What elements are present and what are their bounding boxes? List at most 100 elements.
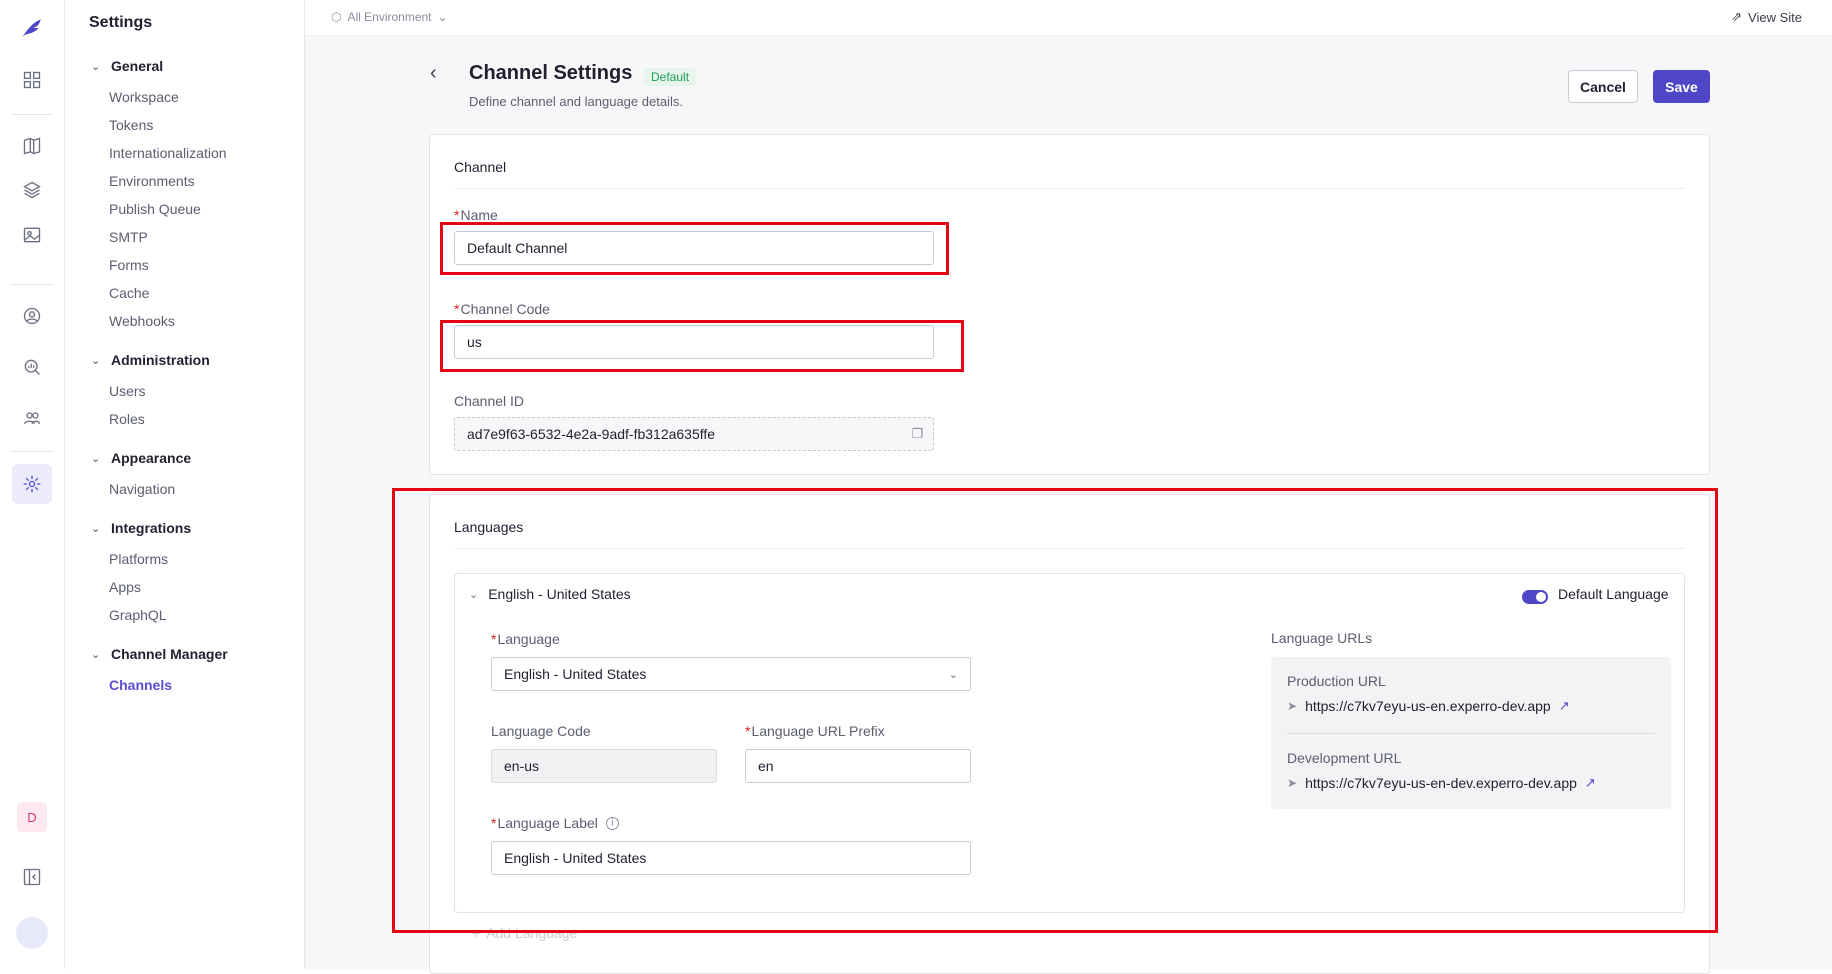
cancel-button[interactable]: Cancel <box>1568 70 1638 103</box>
chevron-down-icon: ⌄ <box>437 10 448 24</box>
chevron-down-icon: ⌄ <box>948 668 958 681</box>
page-title: Channel Settings <box>469 62 633 84</box>
nav-group-integrations[interactable]: ⌄ Integrations <box>91 520 191 536</box>
nav-item-cache[interactable]: Cache <box>109 285 149 301</box>
nav-item-tokens[interactable]: Tokens <box>109 117 153 133</box>
channel-section-title: Channel <box>454 159 507 175</box>
view-site-label: View Site <box>1748 9 1802 25</box>
language-urls-title: Language URLs <box>1271 630 1373 646</box>
settings-icon[interactable] <box>12 464 52 504</box>
users-icon[interactable] <box>12 398 52 438</box>
view-site-link[interactable]: ⇗ View Site <box>1731 9 1802 25</box>
info-icon[interactable]: i <box>605 816 619 830</box>
external-link-icon[interactable]: ↗ <box>1585 775 1596 791</box>
channel-id-label: Channel ID <box>454 393 525 409</box>
chevron-down-icon: ⌄ <box>91 60 101 73</box>
chevron-down-icon: ⌄ <box>469 588 479 601</box>
external-link-icon[interactable]: ↗ <box>1559 698 1570 714</box>
logo-icon[interactable] <box>12 8 52 48</box>
language-code-field: en-us <box>491 749 717 783</box>
development-url-row[interactable]: ➤ https://c7kv7eyu-us-en-dev.experro-dev… <box>1287 775 1596 791</box>
nav-item-navigation[interactable]: Navigation <box>109 481 175 497</box>
add-language-label: Add Language <box>486 925 578 941</box>
nav-title: Settings <box>89 14 153 31</box>
rocket-icon: ➤ <box>1287 699 1298 713</box>
dashboard-icon[interactable] <box>12 60 52 100</box>
url-prefix-label: *Language URL Prefix <box>745 723 885 739</box>
channel-card: Channel *Name Default Channel *Channel C… <box>429 134 1710 475</box>
url-prefix-field[interactable]: en <box>745 749 971 783</box>
analytics-icon[interactable] <box>12 347 52 387</box>
production-url[interactable]: https://c7kv7eyu-us-en.experro-dev.app <box>1305 698 1551 714</box>
environment-label: All Environment <box>347 10 432 24</box>
name-label: *Name <box>454 207 498 223</box>
language-display-label-text: Language Label <box>497 815 598 831</box>
nav-group-label: General <box>111 58 164 74</box>
chevron-down-icon: ⌄ <box>91 452 101 465</box>
chevron-down-icon: ⌄ <box>91 354 101 367</box>
nav-item-graphql[interactable]: GraphQL <box>109 607 167 623</box>
nav-group-label: Administration <box>111 352 210 368</box>
add-language-button[interactable]: + Add Language <box>472 925 577 941</box>
channel-code-label-text: Channel Code <box>460 301 550 317</box>
nav-item-environments[interactable]: Environments <box>109 173 195 189</box>
production-url-label: Production URL <box>1287 673 1386 689</box>
language-display-field[interactable]: English - United States <box>491 841 971 875</box>
user-avatar[interactable]: D <box>12 797 52 837</box>
external-link-icon: ⇗ <box>1731 9 1743 24</box>
nav-item-platforms[interactable]: Platforms <box>109 551 168 567</box>
nav-item-apps[interactable]: Apps <box>109 579 141 595</box>
nav-item-forms[interactable]: Forms <box>109 257 149 273</box>
nav-item-publish-queue[interactable]: Publish Queue <box>109 201 201 217</box>
nav-group-channel-manager[interactable]: ⌄ Channel Manager <box>91 646 228 662</box>
book-icon[interactable] <box>12 126 52 166</box>
language-entry: ⌄ English - United States Default Langua… <box>454 573 1685 913</box>
nav-group-general[interactable]: ⌄ General <box>91 58 163 74</box>
icon-rail: D <box>0 0 65 969</box>
save-button[interactable]: Save <box>1653 70 1710 103</box>
language-urls-panel: Production URL ➤ https://c7kv7eyu-us-en.… <box>1271 657 1671 809</box>
production-url-row[interactable]: ➤ https://c7kv7eyu-us-en.experro-dev.app… <box>1287 698 1570 714</box>
nav-item-internationalization[interactable]: Internationalization <box>109 145 227 161</box>
nav-group-label: Channel Manager <box>111 646 228 662</box>
nav-group-label: Integrations <box>111 520 192 536</box>
url-prefix-label-text: Language URL Prefix <box>751 723 885 739</box>
chevron-down-icon: ⌄ <box>91 522 101 535</box>
default-language-toggle[interactable] <box>1522 590 1548 604</box>
languages-card: Languages ⌄ English - United States Defa… <box>429 494 1710 974</box>
language-entry-header[interactable]: ⌄ English - United States <box>469 586 631 602</box>
rocket-icon: ➤ <box>1287 776 1298 790</box>
nav-item-channels[interactable]: Channels <box>109 677 172 693</box>
page-subtitle: Define channel and language details. <box>469 94 683 109</box>
status-badge: Default <box>644 68 697 86</box>
back-arrow-icon[interactable]: ‹ <box>430 62 437 85</box>
plus-icon: + <box>472 925 481 941</box>
development-url[interactable]: https://c7kv7eyu-us-en-dev.experro-dev.a… <box>1305 775 1577 791</box>
languages-section-title: Languages <box>454 519 524 535</box>
channel-code-label: *Channel Code <box>454 301 550 317</box>
settings-nav: Settings ⌄ General Workspace Tokens Inter… <box>65 0 305 969</box>
name-label-text: Name <box>460 207 498 223</box>
nav-group-administration[interactable]: ⌄ Administration <box>91 352 210 368</box>
main-content: ‹ Channel Settings Default Define channe… <box>305 36 1832 974</box>
name-field[interactable]: Default Channel <box>454 231 934 265</box>
nav-item-roles[interactable]: Roles <box>109 411 145 427</box>
nav-item-workspace[interactable]: Workspace <box>109 89 179 105</box>
default-language-label: Default Language <box>1558 586 1669 602</box>
channel-id-field: ad7e9f63-6532-4e2a-9adf-fb312a635ffe ❐ <box>454 417 934 451</box>
nav-item-users[interactable]: Users <box>109 383 146 399</box>
channel-code-field[interactable]: us <box>454 325 934 359</box>
language-label-text: Language <box>497 631 560 647</box>
image-icon[interactable] <box>12 215 52 255</box>
nav-group-appearance[interactable]: ⌄ Appearance <box>91 450 191 466</box>
layers-icon[interactable] <box>12 170 52 210</box>
nav-group-label: Appearance <box>111 450 192 466</box>
environment-selector[interactable]: ⬡ All Environment ⌄ <box>331 10 448 24</box>
nav-item-webhooks[interactable]: Webhooks <box>109 313 175 329</box>
collapse-icon[interactable] <box>12 857 52 897</box>
profile-avatar[interactable] <box>12 913 52 953</box>
copy-icon[interactable]: ❐ <box>911 426 923 442</box>
user-circle-icon[interactable] <box>12 296 52 336</box>
language-select[interactable]: English - United States ⌄ <box>491 657 971 691</box>
nav-item-smtp[interactable]: SMTP <box>109 229 148 245</box>
